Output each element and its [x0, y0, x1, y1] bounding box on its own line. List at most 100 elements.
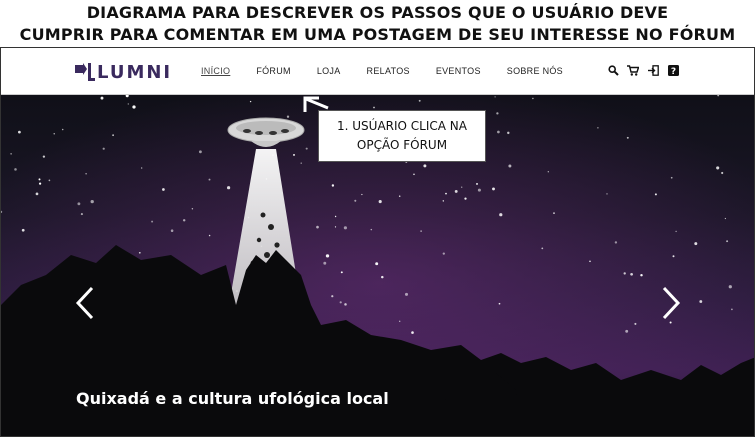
- star: [138, 251, 141, 254]
- star: [625, 329, 629, 333]
- star: [61, 128, 64, 131]
- star: [492, 187, 495, 191]
- carousel-prev-arrow[interactable]: [75, 285, 95, 321]
- star: [381, 275, 384, 279]
- star: [339, 301, 342, 304]
- nav-item-forum[interactable]: FÓRUM: [256, 66, 291, 76]
- star: [399, 320, 401, 322]
- star: [716, 166, 720, 170]
- star: [141, 167, 143, 169]
- star: [331, 184, 335, 187]
- star: [411, 331, 414, 334]
- star: [589, 260, 591, 263]
- star: [375, 262, 379, 266]
- star: [334, 215, 337, 218]
- star: [623, 272, 626, 275]
- help-icon[interactable]: ?: [667, 64, 679, 76]
- star: [721, 171, 724, 175]
- login-icon[interactable]: [647, 64, 659, 76]
- star: [508, 164, 512, 168]
- star: [541, 247, 544, 250]
- annotation-callout: 1. USÚARIO CLICA NA OPÇÃO FÓRUM: [318, 110, 486, 162]
- nav-item-inicio[interactable]: INÍCIO: [201, 66, 230, 76]
- nav-item-eventos[interactable]: EVENTOS: [436, 66, 481, 76]
- star: [340, 271, 343, 274]
- star: [127, 103, 129, 105]
- main-nav: INÍCIO FÓRUM LOJA RELATOS EVENTOS SOBRE …: [201, 66, 589, 76]
- diagram-title-line1: DIAGRAMA PARA DESCREVER OS PASSOS QUE O …: [86, 3, 669, 22]
- star: [300, 162, 302, 164]
- star: [293, 153, 295, 156]
- star: [354, 199, 357, 202]
- star: [53, 133, 55, 135]
- star: [191, 208, 194, 210]
- star: [498, 302, 501, 305]
- nav-item-sobre-nos[interactable]: SOBRE NÓS: [507, 66, 563, 76]
- star: [420, 230, 422, 232]
- star: [476, 182, 478, 185]
- star: [331, 295, 334, 298]
- annotation-line1: 1. USÚARIO CLICA NA: [337, 119, 467, 133]
- star: [85, 173, 87, 175]
- star: [80, 213, 83, 216]
- star: [18, 130, 21, 134]
- star: [14, 168, 17, 171]
- star: [370, 228, 373, 231]
- nav-item-relatos[interactable]: RELATOS: [367, 66, 410, 76]
- star: [325, 254, 330, 258]
- star: [731, 308, 733, 311]
- star: [38, 178, 41, 181]
- hero-caption: Quixadá e a cultura ufológica local: [76, 389, 389, 408]
- logo-text: LUMNI: [97, 61, 173, 83]
- star: [497, 130, 500, 134]
- website-mockup: LUMNI INÍCIO FÓRUM LOJA RELATOS EVENTOS …: [0, 47, 755, 437]
- star: [413, 173, 415, 176]
- star: [38, 182, 42, 185]
- star: [323, 261, 327, 265]
- star: [182, 219, 186, 222]
- star: [445, 192, 447, 195]
- star: [547, 171, 549, 173]
- star: [316, 225, 319, 229]
- star: [10, 153, 12, 155]
- site-logo[interactable]: LUMNI: [75, 61, 173, 83]
- star: [208, 178, 211, 181]
- top-navbar: LUMNI INÍCIO FÓRUM LOJA RELATOS EVENTOS …: [1, 48, 754, 95]
- star: [423, 164, 427, 168]
- svg-text:?: ?: [670, 66, 675, 75]
- star: [634, 322, 637, 325]
- search-icon[interactable]: [607, 64, 619, 76]
- star: [249, 100, 252, 103]
- carousel-next-arrow[interactable]: [661, 285, 681, 321]
- diagram-title-line2: CUMPRIR PARA COMENTAR EM UMA POSTAGEM DE…: [19, 25, 736, 44]
- star: [442, 200, 444, 202]
- star: [699, 300, 703, 303]
- star: [461, 186, 463, 188]
- star: [305, 147, 308, 150]
- star: [343, 226, 347, 230]
- star: [464, 197, 467, 200]
- star: [494, 96, 496, 98]
- star: [112, 134, 114, 137]
- star: [344, 303, 347, 306]
- star: [170, 229, 174, 232]
- star: [162, 188, 165, 191]
- star: [477, 188, 481, 192]
- cart-icon[interactable]: [627, 64, 639, 76]
- star: [507, 131, 510, 135]
- star: [35, 192, 39, 196]
- annotation-line2: OPÇÃO FÓRUM: [356, 138, 448, 152]
- star: [378, 200, 382, 204]
- star: [442, 252, 445, 255]
- star: [694, 242, 698, 246]
- star: [614, 241, 618, 244]
- star: [499, 213, 503, 217]
- star: [21, 228, 25, 232]
- star: [606, 193, 608, 195]
- star: [404, 292, 409, 296]
- star: [626, 136, 629, 139]
- star: [532, 97, 534, 100]
- star: [102, 147, 105, 150]
- nav-item-loja[interactable]: LOJA: [317, 66, 341, 76]
- logo-mark-icon: [75, 63, 95, 81]
